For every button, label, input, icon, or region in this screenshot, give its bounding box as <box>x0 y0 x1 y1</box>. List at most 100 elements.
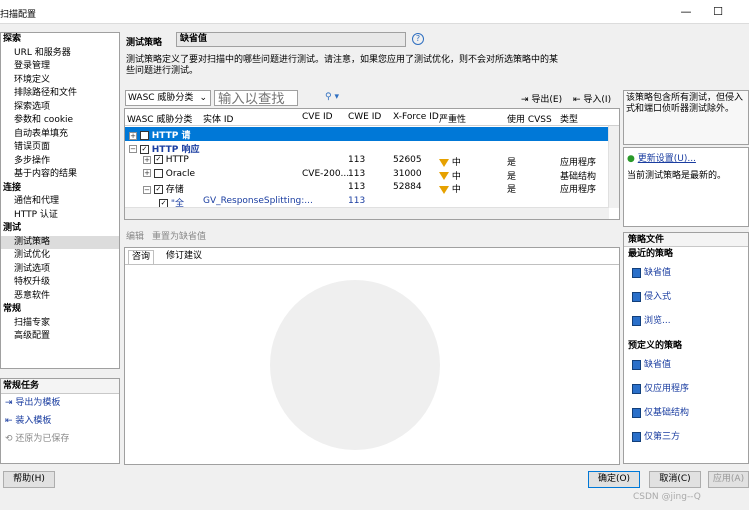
col-entity-id[interactable]: 实体 ID <box>203 112 233 125</box>
tab-advisory[interactable]: 咨询 <box>128 250 155 264</box>
table-row[interactable]: + Oracle CVE-200... 113 31000 中 是 基础结构 <box>125 168 609 182</box>
minimize-button[interactable]: — <box>676 5 696 18</box>
update-settings-link[interactable]: ● 更新设置(U)... <box>627 151 745 164</box>
policy-file-icon <box>632 383 641 394</box>
nav-item[interactable]: URL 和服务器 <box>1 47 119 61</box>
chevron-down-icon: ⌄ <box>199 93 207 103</box>
col-type[interactable]: 类型 <box>560 112 578 125</box>
nav-group-header: 常规 <box>3 304 22 314</box>
policy-file-link[interactable]: 侵入式 <box>624 285 748 309</box>
expand-icon[interactable]: + <box>143 155 151 164</box>
tree-node[interactable]: + Oracle <box>143 168 195 179</box>
policy-file-link[interactable]: 仅第三方 <box>624 425 748 449</box>
nav-item[interactable]: 探索选项 <box>1 101 119 115</box>
search-icon[interactable]: ⚲ ▾ <box>325 92 339 102</box>
grid-header-row: WASC 威胁分类 实体 ID CVE ID CWE ID X-Force ID… <box>125 109 619 126</box>
policy-file-link[interactable]: 浏览... <box>624 309 748 333</box>
grid-horizontal-scrollbar[interactable] <box>125 207 609 219</box>
row-severity: 中 <box>451 185 461 195</box>
row-name: HTTP 请 <box>151 131 191 141</box>
tree-node[interactable]: − ✓ HTTP 响应 <box>129 142 200 155</box>
row-checkbox[interactable] <box>153 168 163 178</box>
tree-node[interactable]: − ✓ 存储 <box>143 182 184 195</box>
tree-node[interactable]: + HTTP 请 <box>129 128 191 141</box>
policy-file-icon <box>632 315 641 326</box>
row-entity-id: GV_ResponseSplitting:... <box>203 195 313 206</box>
table-row[interactable]: − ✓ 存储 113 52884 中 是 应用程序 <box>125 181 609 195</box>
expand-icon[interactable]: + <box>143 169 151 177</box>
nav-item[interactable]: 登录管理 <box>1 60 119 74</box>
nav-item[interactable]: 错误页面 <box>1 141 119 155</box>
export-template-link[interactable]: ⇥ 导出为模板 <box>1 394 119 412</box>
table-row[interactable]: − ✓ HTTP 响应 <box>125 141 609 155</box>
nav-item[interactable]: 恶意软件 <box>1 290 119 304</box>
search-input[interactable] <box>214 90 298 106</box>
row-checkbox[interactable] <box>139 131 149 140</box>
export-button[interactable]: ⇥ 导出(E) <box>521 92 562 105</box>
help-button[interactable]: 帮助(H) <box>3 471 55 488</box>
group-by-dropdown[interactable]: WASC 威胁分类 ⌄ <box>125 90 211 106</box>
nav-item[interactable]: 参数和 cookie <box>1 114 119 128</box>
col-cve-id[interactable]: CVE ID <box>302 112 333 122</box>
table-row[interactable]: ✓ "全 GV_ResponseSplitting:... 113 <box>125 195 609 209</box>
ok-button[interactable]: 确定(O) <box>588 471 640 488</box>
group-by-value: WASC 威胁分类 <box>128 93 194 103</box>
nav-item[interactable]: 测试策略 <box>1 235 119 249</box>
col-wasc[interactable]: WASC 威胁分类 <box>127 112 192 125</box>
policy-file-link[interactable]: 仅基础结构 <box>624 401 748 425</box>
maximize-button[interactable]: ☐ <box>708 5 728 18</box>
col-severity[interactable]: 严重性 <box>439 112 466 125</box>
nav-item[interactable]: 多步操作 <box>1 155 119 169</box>
load-template-link[interactable]: ⇤ 装入模板 <box>1 412 119 430</box>
nav-item[interactable]: 排除路径和文件 <box>1 87 119 101</box>
nav-item[interactable]: 测试选项 <box>1 263 119 277</box>
col-xforce-id[interactable]: X-Force ID <box>393 112 439 122</box>
row-cvss: 是 <box>507 171 517 182</box>
nav-item[interactable]: 高级配置 <box>1 330 119 344</box>
table-row[interactable]: + ✓ HTTP 113 52605 中 是 应用程序 <box>125 154 609 168</box>
policy-file-icon <box>632 267 641 278</box>
policy-file-link[interactable]: 缺省值 <box>624 353 748 377</box>
policy-name-field[interactable]: 缺省值 <box>176 32 406 47</box>
grid-vertical-scrollbar[interactable] <box>608 126 619 208</box>
policy-file-link[interactable]: 仅应用程序 <box>624 377 748 401</box>
col-cvss[interactable]: 使用 CVSS <box>507 112 552 125</box>
grid-toolbar: WASC 威胁分类 ⌄ ⚲ ▾ ⇥ 导出(E) ⇤ 导入(I) <box>125 90 620 108</box>
expand-icon[interactable]: − <box>143 185 151 194</box>
nav-item[interactable]: 测试优化 <box>1 249 119 263</box>
nav-item[interactable]: 基于内容的结果 <box>1 168 119 182</box>
nav-item[interactable]: 环境定义 <box>1 74 119 88</box>
import-button[interactable]: ⇤ 导入(I) <box>573 92 611 105</box>
restore-icon: ⟲ <box>5 434 13 444</box>
row-checkbox[interactable]: ✓ <box>153 155 163 164</box>
reset-default-button[interactable]: 重置为缺省值 <box>152 229 206 242</box>
table-row[interactable]: + HTTP 请 <box>125 127 609 141</box>
nav-item[interactable]: 扫描专家 <box>1 317 119 331</box>
tree-node[interactable]: + ✓ HTTP <box>143 155 189 165</box>
row-name: HTTP <box>165 155 189 165</box>
policy-description: 测试策略定义了要对扫描中的哪些问题进行测试。请注意，如果您应用了测试优化，则不会… <box>126 55 559 76</box>
tab-fix-recommendation[interactable]: 修订建议 <box>163 250 205 264</box>
col-cwe-id[interactable]: CWE ID <box>348 112 381 122</box>
expand-icon[interactable]: − <box>129 145 137 153</box>
policy-file-label: 仅基础结构 <box>644 408 690 418</box>
policy-file-label: 仅第三方 <box>644 432 681 442</box>
nav-item[interactable]: 特权升级 <box>1 276 119 290</box>
policy-file-link[interactable]: 缺省值 <box>624 261 748 285</box>
help-icon[interactable]: ? <box>412 33 424 45</box>
row-xforce-id: 52884 <box>393 182 422 192</box>
row-name: 存储 <box>165 185 184 195</box>
expand-icon[interactable]: + <box>129 131 137 140</box>
predefined-policies-header: 预定义的策略 <box>628 341 683 351</box>
nav-item[interactable]: 自动表单填充 <box>1 128 119 142</box>
cancel-button[interactable]: 取消(C) <box>649 471 701 488</box>
edit-button[interactable]: 编辑 <box>126 229 144 242</box>
apply-button[interactable]: 应用(A) <box>708 471 749 488</box>
restore-saved-link[interactable]: ⟲ 还原为已保存 <box>1 430 119 448</box>
row-checkbox[interactable]: ✓ <box>139 144 149 154</box>
policy-file-icon <box>632 291 641 302</box>
nav-item[interactable]: 通信和代理 <box>1 195 119 209</box>
policy-summary: 该策略包含所有测试，但侵入式和端口侦听器测试除外。 <box>623 90 749 145</box>
nav-item[interactable]: HTTP 认证 <box>1 209 119 223</box>
row-checkbox[interactable]: ✓ <box>153 185 163 194</box>
